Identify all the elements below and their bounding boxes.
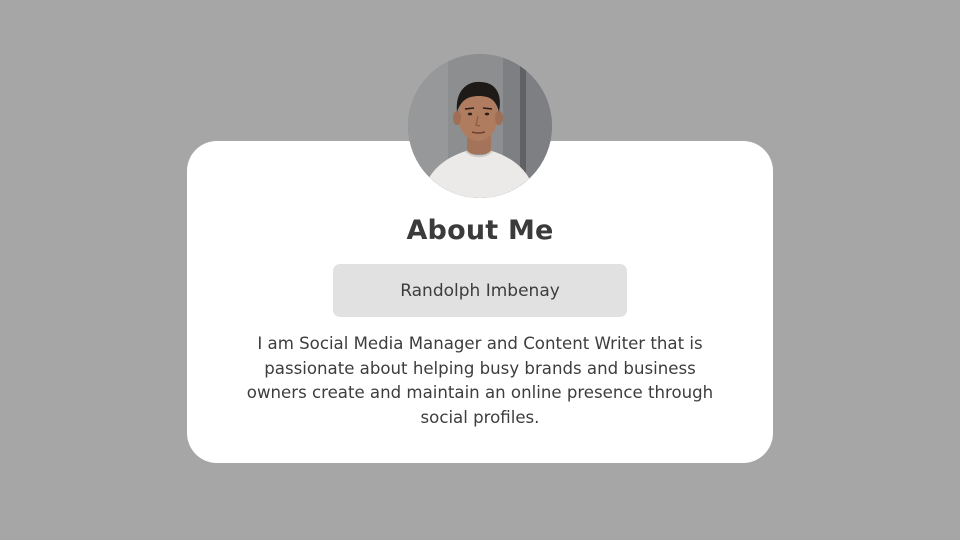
name-label: Randolph Imbenay bbox=[400, 280, 560, 301]
bio-text: I am Social Media Manager and Content Wr… bbox=[246, 334, 714, 427]
about-heading: About Me bbox=[406, 215, 554, 246]
name-badge: Randolph Imbenay bbox=[333, 264, 627, 317]
slide-canvas: { "profile": { "heading": "About Me", "n… bbox=[0, 0, 960, 540]
profile-photo bbox=[408, 54, 552, 198]
profile-photo-image bbox=[408, 54, 552, 198]
